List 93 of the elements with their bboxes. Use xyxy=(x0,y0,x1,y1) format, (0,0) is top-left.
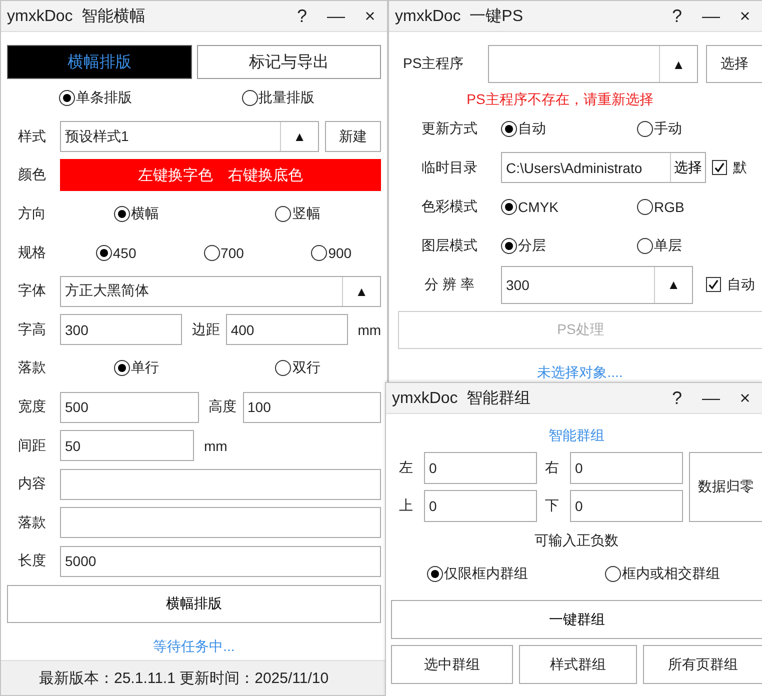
path-field[interactable]: C:\Users\Administrato 选择 xyxy=(501,152,706,183)
field-label: 间距 xyxy=(18,436,47,455)
checkbox[interactable] xyxy=(706,277,721,292)
window-title: ymxkDoc 一键PS xyxy=(395,6,524,26)
unit-label: mm xyxy=(203,438,228,454)
color-picker[interactable]: 左键换字色 右键换底色 xyxy=(60,159,381,192)
input-field[interactable]: 0 xyxy=(570,490,683,522)
field-label: 落款 xyxy=(18,359,47,378)
input-field[interactable]: 0 xyxy=(570,452,683,484)
checkbox[interactable] xyxy=(712,160,727,175)
field-label: 图层模式 xyxy=(420,236,478,254)
group-button[interactable]: 选中群组 xyxy=(391,645,513,684)
field-label: 临时目录 xyxy=(420,158,478,176)
radio-button[interactable]: 横幅 xyxy=(114,205,222,224)
field-label: 下 xyxy=(544,497,560,515)
status-text: 等待任务中... xyxy=(152,636,236,656)
checkbox-label: 默 xyxy=(733,158,747,176)
field-label: 字高 xyxy=(18,320,47,339)
radio-button[interactable]: 分层 xyxy=(501,236,637,254)
input-field[interactable]: 400 xyxy=(226,314,348,346)
new-button[interactable]: 新建 xyxy=(325,121,381,152)
version-text: 最新版本：25.1.11.1 更新时间：2025/11/10 xyxy=(39,668,329,688)
select-button[interactable]: 选择 xyxy=(706,45,762,83)
title-bar-button[interactable]: ? xyxy=(660,388,694,408)
field-label: 色彩模式 xyxy=(420,198,478,216)
radio-button[interactable]: 双行 xyxy=(275,359,383,378)
input-field[interactable]: 100 xyxy=(242,392,381,423)
field-label: 上 xyxy=(398,497,414,515)
field-label: 高度 xyxy=(208,398,238,416)
input-field[interactable]: 5000 xyxy=(60,546,381,577)
group-button[interactable]: 所有页群组 xyxy=(643,645,762,684)
title-bar-button[interactable]: ? xyxy=(660,6,694,26)
section-heading: 智能群组 xyxy=(548,426,606,445)
dropdown-field[interactable]: 预设样式1 ▲ xyxy=(60,121,319,152)
radio-button[interactable]: 900 xyxy=(311,244,383,261)
dropdown-field[interactable]: 方正大黑简体 ▲ xyxy=(60,276,381,307)
radio-button[interactable]: 单行 xyxy=(114,359,222,378)
radio-button[interactable]: 自动 xyxy=(501,120,637,138)
field-label: 颜色 xyxy=(18,166,47,184)
field-label: 规格 xyxy=(18,244,47,262)
field-label: 宽度 xyxy=(18,398,47,416)
reset-button[interactable]: 数据归零 xyxy=(689,452,762,522)
radio-button[interactable]: 手动 xyxy=(637,120,762,138)
field-label: 字体 xyxy=(18,282,47,300)
input-field[interactable] xyxy=(60,507,381,538)
radio-button[interactable]: 单层 xyxy=(637,236,762,254)
field-label: 样式 xyxy=(18,128,47,146)
banner-layout-button[interactable]: 横幅排版 xyxy=(7,584,381,623)
radio-button[interactable]: 仅限框内群组 xyxy=(427,565,605,583)
title-bar-button[interactable]: ? xyxy=(285,6,319,26)
status-text: 未选择对象.... xyxy=(536,363,624,382)
field-label: 落款 xyxy=(18,514,47,532)
window-title: ymxkDoc 智能横幅 xyxy=(7,6,147,26)
unit-label: mm xyxy=(356,322,382,338)
title-bar-button[interactable]: × xyxy=(353,6,387,26)
dropdown-field[interactable]: ▲ xyxy=(488,45,698,83)
radio-button[interactable]: 竖幅 xyxy=(275,205,383,224)
field-label: 方向 xyxy=(18,205,47,224)
field-label: 长度 xyxy=(18,552,47,570)
input-field[interactable]: 50 xyxy=(60,430,194,462)
field-label: 更新方式 xyxy=(420,120,478,138)
window-title: ymxkDoc 智能群组 xyxy=(392,388,532,408)
dropdown-field[interactable]: 300 ▲ xyxy=(501,266,693,304)
field-label: 内容 xyxy=(18,475,47,494)
group-button[interactable]: 一键群组 xyxy=(391,600,762,639)
input-field[interactable]: 0 xyxy=(424,490,537,522)
radio-button[interactable]: 700 xyxy=(204,244,276,261)
input-field[interactable]: 500 xyxy=(60,392,198,423)
radio-button[interactable]: 框内或相交群组 xyxy=(605,565,762,583)
radio-button[interactable]: RGB xyxy=(637,198,762,214)
tab[interactable]: 标记与导出 xyxy=(196,45,381,79)
field-label: PS主程序 xyxy=(403,55,465,73)
input-field[interactable]: 300 xyxy=(60,314,182,346)
hint-text: 可输入正负数 xyxy=(534,531,620,550)
title-bar-button[interactable]: — xyxy=(694,388,728,408)
radio-button[interactable]: CMYK xyxy=(501,198,637,214)
field-label: 右 xyxy=(544,459,560,477)
title-bar-button[interactable]: × xyxy=(728,6,762,26)
radio-button[interactable]: 450 xyxy=(96,244,168,261)
input-field[interactable]: 0 xyxy=(424,452,537,484)
title-bar-button[interactable]: — xyxy=(694,6,728,26)
tab[interactable]: 横幅排版 xyxy=(7,45,192,79)
title-bar-button[interactable]: × xyxy=(728,388,762,408)
group-button[interactable]: 样式群组 xyxy=(519,645,637,684)
field-label: 边距 xyxy=(190,320,221,339)
checkbox-label: 自动 xyxy=(727,276,755,294)
input-field[interactable] xyxy=(60,468,381,500)
field-label: 左 xyxy=(398,459,414,477)
error-message: PS主程序不存在，请重新选择 xyxy=(466,90,654,109)
field-label: 分 辨 率 xyxy=(424,276,476,294)
title-bar-button[interactable]: — xyxy=(319,6,353,26)
radio-button[interactable]: 单条排版 xyxy=(59,89,200,108)
radio-button[interactable]: 批量排版 xyxy=(242,89,383,108)
